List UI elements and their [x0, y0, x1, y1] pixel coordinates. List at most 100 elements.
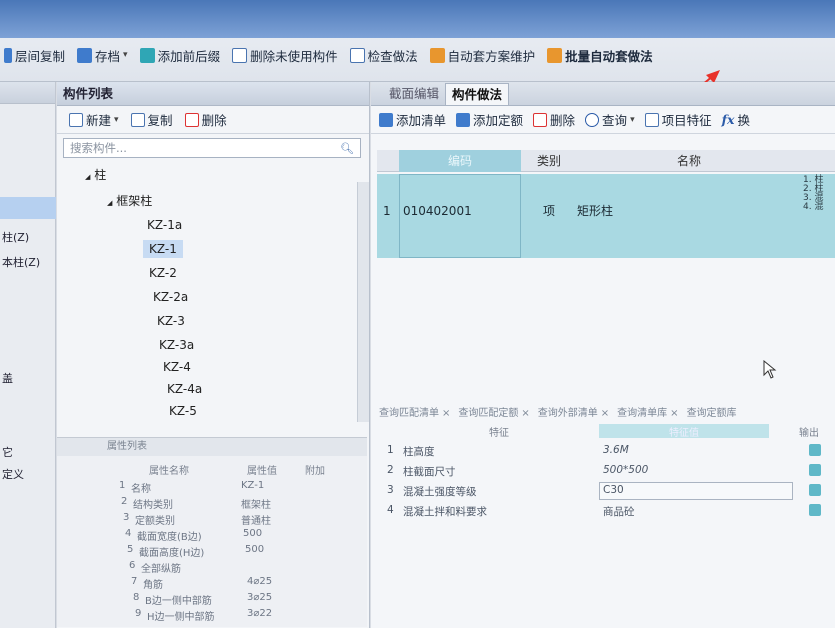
feature-icon: [644, 112, 659, 127]
property-row[interactable]: 8 B边一侧中部筋 3⌀25: [57, 592, 367, 607]
delete-button[interactable]: 删除: [184, 110, 227, 129]
delete-unused-button[interactable]: 删除未使用构件: [232, 46, 338, 65]
nav-item-column-2[interactable]: 本柱(Z): [0, 254, 56, 270]
toolbar-row: 层间复制 存档 ▾ 添加前后缀 删除未使用构件 检查做法 自动套方案维护 批量自…: [0, 42, 665, 68]
feature-header: 特征: [489, 428, 509, 439]
copy-button[interactable]: 复制: [130, 110, 173, 129]
batch-auto-apply-button[interactable]: 批量自动套做法: [547, 46, 653, 65]
tree-item-kz-1[interactable]: KZ-1: [143, 240, 183, 258]
property-row[interactable]: 1 名称 KZ-1: [57, 480, 367, 495]
archive-button[interactable]: 存档 ▾: [77, 46, 128, 65]
tree-node-frame-column[interactable]: ◢ 框架柱: [107, 192, 152, 209]
description-cell[interactable]: 1. 柱 2. 柱 3. 混 4. 混: [803, 176, 823, 212]
add-list-button[interactable]: 添加清单: [379, 110, 446, 129]
delete-icon: [533, 112, 548, 127]
tab-component-method[interactable]: 构件做法: [445, 83, 510, 105]
feature-value[interactable]: 商品砼: [603, 504, 635, 519]
nav-item-custom[interactable]: 定义: [0, 466, 56, 482]
method-tabs: 截面编辑 构件做法: [371, 82, 835, 106]
feature-row[interactable]: 1 柱高度 3.6M: [379, 442, 835, 460]
feature-row[interactable]: 4 混凝土拌和料要求 商品砼: [379, 502, 835, 520]
replace-button[interactable]: fx 换: [722, 110, 750, 129]
fx-icon: fx: [721, 112, 735, 127]
col-header-category[interactable]: 类别: [537, 150, 561, 172]
tab-query-list-library[interactable]: 查询清单库 ×: [617, 404, 678, 422]
output-checkbox[interactable]: [809, 504, 821, 516]
chevron-down-icon[interactable]: ▾: [114, 115, 119, 125]
property-row[interactable]: 3 定额类别 普通柱: [57, 512, 367, 527]
tree-node-column[interactable]: ◢ 柱: [85, 166, 106, 183]
prop-header-extra: 附加: [305, 466, 325, 477]
tab-section-edit[interactable]: 截面编辑: [383, 83, 445, 105]
feature-value[interactable]: 500*500: [603, 464, 648, 476]
feature-value[interactable]: C30: [603, 484, 624, 496]
property-row[interactable]: 7 角筋 4⌀25: [57, 576, 367, 591]
feature-value[interactable]: 3.6M: [603, 444, 629, 456]
expand-icon[interactable]: ◢: [107, 199, 112, 207]
nav-item-column[interactable]: 柱(Z): [0, 229, 56, 245]
new-button[interactable]: 新建 ▾: [69, 110, 119, 129]
add-list-icon: [379, 112, 393, 127]
navigation-tree-strip: 柱(Z) 本柱(Z) 盖 它 定义: [0, 82, 56, 628]
auto-scheme-maintain-button[interactable]: 自动套方案维护: [429, 46, 535, 65]
property-row[interactable]: 9 H边一侧中部筋 3⌀22: [57, 608, 367, 623]
delete-method-button[interactable]: 删除: [533, 110, 575, 129]
output-checkbox[interactable]: [809, 484, 821, 496]
col-header-name[interactable]: 名称: [677, 150, 701, 172]
category-cell[interactable]: 项: [543, 202, 555, 219]
tree-item-kz-4a[interactable]: KZ-4a: [167, 382, 202, 396]
chevron-down-icon[interactable]: ▾: [123, 50, 128, 60]
add-prefix-suffix-button[interactable]: 添加前后缀: [139, 46, 220, 65]
expand-icon[interactable]: ◢: [85, 173, 90, 181]
property-row[interactable]: 6 全部纵筋: [57, 560, 367, 575]
copy-icon: [130, 112, 145, 127]
tree-item-kz-1a[interactable]: KZ-1a: [147, 218, 182, 232]
method-actions: 添加清单 添加定额 删除 查询 ▾ 项目特征 fx 换: [371, 106, 835, 134]
search-icon[interactable]: 🔍︎: [340, 142, 354, 155]
output-checkbox[interactable]: [809, 464, 821, 476]
check-method-button[interactable]: 检查做法: [349, 46, 418, 65]
scheme-icon: [429, 47, 445, 63]
tree-item-kz-4[interactable]: KZ-4: [163, 360, 191, 374]
tab-query-match-quota[interactable]: 查询匹配定额 ×: [458, 404, 529, 422]
tab-query-external-list[interactable]: 查询外部清单 ×: [538, 404, 609, 422]
new-file-icon: [69, 112, 83, 127]
tab-query-quota-library[interactable]: 查询定额库: [687, 404, 737, 422]
nav-item-cover[interactable]: 盖: [0, 370, 56, 386]
nav-item-other[interactable]: 它: [0, 444, 56, 460]
property-row[interactable]: 5 截面高度(H边) 500: [57, 544, 367, 559]
feature-value-editor[interactable]: [599, 482, 793, 500]
feature-row-editing[interactable]: 3 混凝土强度等级 C30: [379, 482, 835, 500]
prop-header-name: 属性名称: [149, 466, 189, 477]
tree-item-kz-3[interactable]: KZ-3: [157, 314, 185, 328]
project-feature-button[interactable]: 项目特征: [644, 110, 712, 129]
tree-item-kz-2a[interactable]: KZ-2a: [153, 290, 188, 304]
tree-item-kz-3a[interactable]: KZ-3a: [159, 338, 194, 352]
copy-floor-icon: [4, 47, 12, 63]
tree-scrollbar[interactable]: [357, 182, 369, 422]
query-button[interactable]: 查询 ▾: [585, 110, 635, 129]
floor-copy-button[interactable]: 层间复制: [4, 46, 65, 65]
property-list-title: 属性列表: [57, 438, 367, 456]
nav-item-selected[interactable]: [0, 197, 56, 219]
nav-header: [0, 82, 55, 104]
code-cell[interactable]: 010402001: [403, 204, 472, 218]
method-grid-row[interactable]: 1 010402001 项 矩形柱 1. 柱 2. 柱 3. 混 4. 混: [377, 174, 835, 258]
col-header-code[interactable]: 编码: [399, 150, 521, 172]
name-cell[interactable]: 矩形柱: [577, 202, 613, 219]
property-row[interactable]: 2 结构类别 框架柱: [57, 496, 367, 511]
output-header: 输出: [799, 428, 819, 439]
chevron-down-icon[interactable]: ▾: [630, 115, 635, 125]
search-icon: [585, 112, 600, 127]
tree-item-kz-5[interactable]: KZ-5: [169, 404, 197, 418]
tree-item-kz-2[interactable]: KZ-2: [149, 266, 177, 280]
search-input[interactable]: 搜索构件... 🔍︎: [63, 138, 361, 158]
output-checkbox[interactable]: [809, 444, 821, 456]
property-row[interactable]: 4 截面宽度(B边) 500: [57, 528, 367, 543]
feature-row[interactable]: 2 柱截面尺寸 500*500: [379, 462, 835, 480]
component-list-title: 构件列表: [57, 82, 369, 106]
save-icon: [77, 47, 93, 63]
batch-icon: [547, 47, 563, 63]
add-quota-button[interactable]: 添加定额: [456, 110, 523, 129]
tab-query-match-list[interactable]: 查询匹配清单 ×: [379, 404, 450, 422]
